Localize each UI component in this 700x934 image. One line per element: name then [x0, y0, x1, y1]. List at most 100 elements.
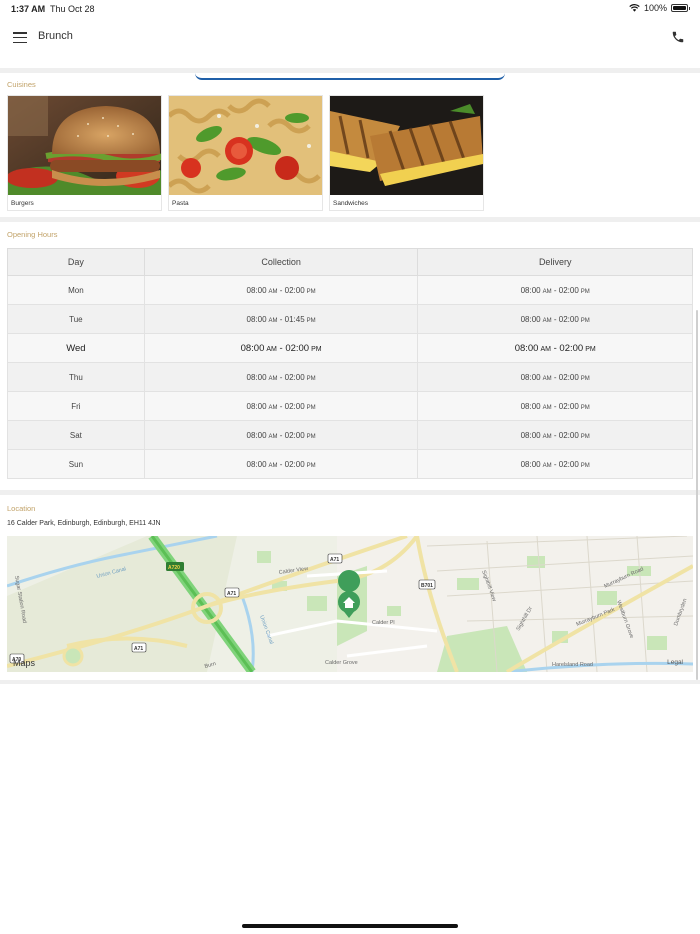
section-divider	[0, 680, 700, 684]
time-value: 02:00	[558, 314, 579, 324]
burger-image	[8, 96, 161, 195]
time-period: AM	[542, 462, 552, 469]
time-value: 02:00	[284, 401, 305, 411]
address-text: 16 Calder Park, Edinburgh, Edinburgh, EH…	[7, 520, 161, 527]
time-period: AM	[542, 433, 552, 440]
map-label: Calder Pl	[372, 620, 395, 626]
maps-credit: Maps	[13, 658, 36, 668]
time-separator: -	[551, 430, 559, 440]
collection-hours-cell: 08:00 AM - 02:00 PM	[143, 333, 419, 363]
table-row: Mon 08:00 AM - 02:00 PM 08:00 AM - 02:00 PM	[7, 275, 693, 305]
location-map[interactable]: Calder View Calder Pl Calder Grove Union…	[7, 536, 693, 672]
scrollbar[interactable]	[696, 310, 698, 680]
time-period: AM	[542, 317, 552, 324]
time-period: AM	[268, 288, 278, 295]
collection-hours-cell: 08:00 AM - 02:00 PM	[143, 420, 419, 450]
cuisine-card-burgers[interactable]: Burgers	[7, 95, 162, 211]
opening-hours-label: Opening Hours	[7, 230, 58, 239]
phone-icon[interactable]	[671, 30, 685, 44]
map-label: Harelsland Road	[552, 662, 593, 668]
time-period: PM	[580, 317, 590, 324]
cuisine-label: Pasta	[172, 200, 189, 207]
time-period: PM	[585, 345, 596, 353]
time-separator: -	[277, 430, 285, 440]
time-separator: -	[551, 285, 559, 295]
time-value: 02:00	[558, 401, 579, 411]
table-row: Fri 08:00 AM - 02:00 PM 08:00 AM - 02:00 PM	[7, 391, 693, 421]
time-separator: -	[277, 314, 285, 324]
time-period: AM	[268, 375, 278, 382]
delivery-hours-cell: 08:00 AM - 02:00 PM	[417, 304, 693, 334]
road-shield: A720	[168, 565, 180, 571]
section-divider	[0, 217, 700, 222]
time-separator: -	[277, 285, 285, 295]
time-period: PM	[306, 375, 316, 382]
cuisines-label: Cuisines	[7, 80, 36, 89]
cuisine-card-sandwiches[interactable]: Sandwiches	[329, 95, 484, 211]
table-row: Tue 08:00 AM - 01:45 PM 08:00 AM - 02:00 PM	[7, 304, 693, 334]
time-period: PM	[580, 288, 590, 295]
status-date: Thu Oct 28	[50, 4, 95, 14]
cuisine-label: Burgers	[11, 200, 34, 207]
time-value: 08:00	[514, 342, 539, 354]
section-divider	[0, 490, 700, 495]
day-cell: Tue	[7, 304, 145, 334]
table-row: Thu 08:00 AM - 02:00 PM 08:00 AM - 02:00 PM	[7, 362, 693, 392]
collection-hours-cell: 08:00 AM - 02:00 PM	[143, 391, 419, 421]
time-period: PM	[580, 462, 590, 469]
time-period: AM	[268, 462, 278, 469]
road-shield: A71	[330, 557, 339, 563]
time-value: 02:00	[284, 430, 305, 440]
battery-icon	[671, 4, 690, 12]
time-period: PM	[580, 433, 590, 440]
home-indicator[interactable]	[242, 924, 458, 928]
delivery-hours-cell: 08:00 AM - 02:00 PM	[417, 333, 693, 363]
time-period: AM	[268, 317, 278, 324]
pasta-image	[169, 96, 322, 195]
time-value: 08:00	[246, 430, 267, 440]
nav-bar: Brunch	[0, 18, 700, 80]
collection-hours-cell: 08:00 AM - 02:00 PM	[143, 362, 419, 392]
delivery-hours-cell: 08:00 AM - 02:00 PM	[417, 420, 693, 450]
time-separator: -	[551, 314, 559, 324]
cuisine-label: Sandwiches	[333, 200, 369, 207]
road-shield: A71	[227, 591, 236, 597]
collection-hours-cell: 08:00 AM - 02:00 PM	[143, 449, 419, 479]
time-value: 02:00	[558, 430, 579, 440]
time-value: 08:00	[240, 342, 265, 354]
time-value: 02:00	[559, 342, 584, 354]
time-period: PM	[306, 317, 316, 324]
day-cell: Wed	[7, 333, 145, 363]
status-bar: 1:37 AM Thu Oct 28 100%	[0, 0, 700, 18]
wifi-icon	[629, 4, 640, 12]
time-period: PM	[580, 404, 590, 411]
time-separator: -	[551, 401, 559, 411]
time-value: 08:00	[520, 372, 541, 382]
day-cell: Sun	[7, 449, 145, 479]
time-value: 08:00	[246, 285, 267, 295]
time-period: PM	[306, 404, 316, 411]
time-value: 08:00	[520, 401, 541, 411]
battery-percent: 100%	[643, 3, 667, 13]
time-value: 08:00	[520, 314, 541, 324]
table-row: Sun 08:00 AM - 02:00 PM 08:00 AM - 02:00 PM	[7, 449, 693, 479]
time-period: PM	[311, 345, 322, 353]
section-divider	[0, 68, 700, 73]
time-value: 01:45	[284, 314, 305, 324]
time-period: AM	[266, 345, 277, 353]
table-row: Wed 08:00 AM - 02:00 PM 08:00 AM - 02:00 PM	[7, 333, 693, 363]
column-header-day: Day	[7, 248, 145, 276]
legal-link[interactable]: Legal	[667, 659, 683, 666]
time-period: AM	[268, 433, 278, 440]
time-value: 02:00	[558, 285, 579, 295]
time-value: 08:00	[246, 314, 267, 324]
column-header-delivery: Delivery	[417, 248, 693, 276]
cuisine-card-pasta[interactable]: Pasta	[168, 95, 323, 211]
time-period: PM	[306, 433, 316, 440]
delivery-hours-cell: 08:00 AM - 02:00 PM	[417, 391, 693, 421]
column-header-collection: Collection	[143, 248, 419, 276]
day-cell: Thu	[7, 362, 145, 392]
time-value: 08:00	[246, 459, 267, 469]
hamburger-menu-icon[interactable]	[13, 32, 27, 44]
road-shield: B701	[421, 583, 433, 589]
